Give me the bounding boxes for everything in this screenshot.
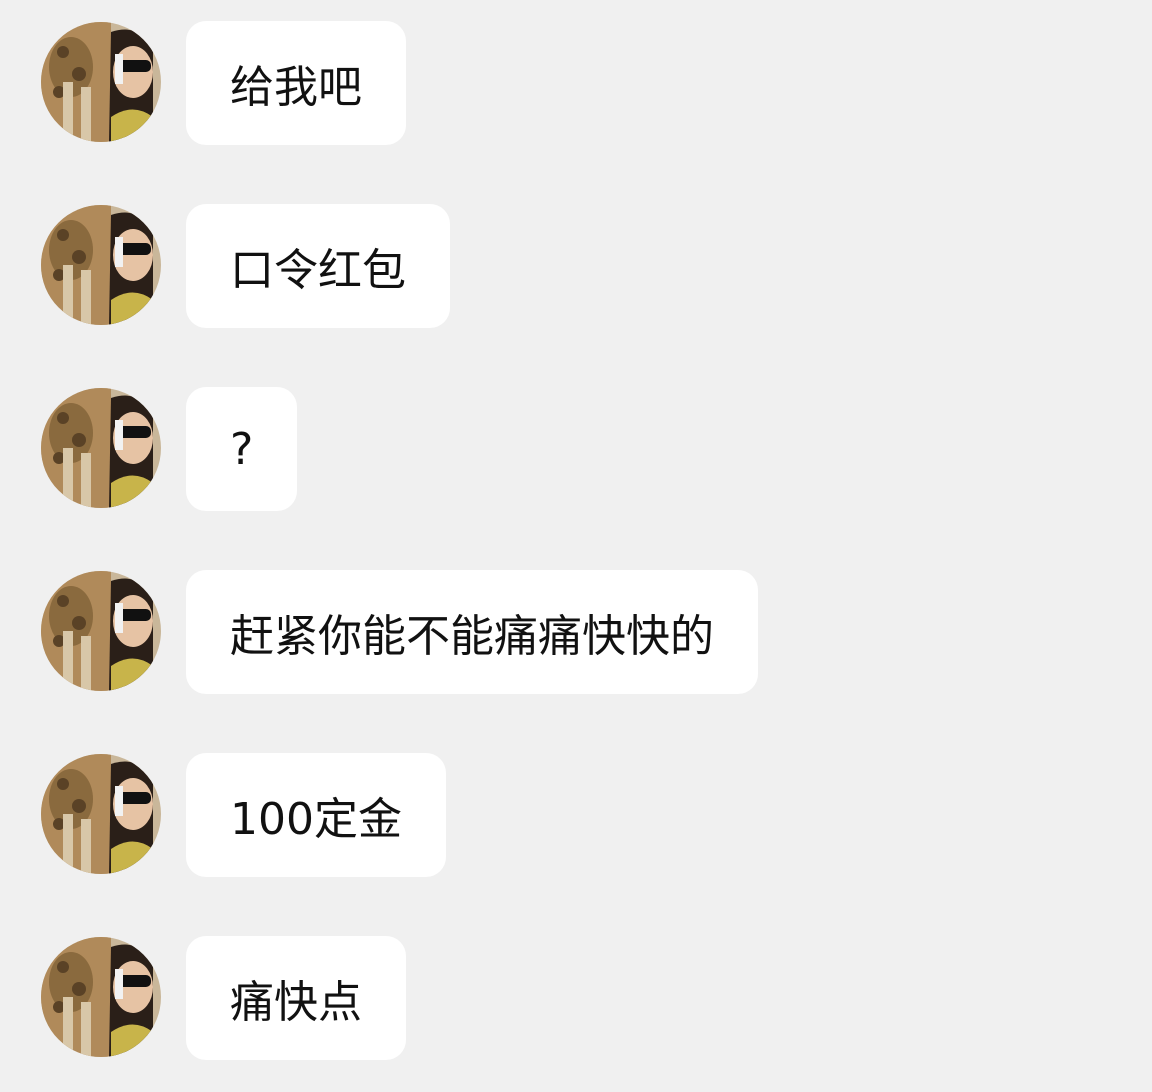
message-text: ? (230, 423, 254, 475)
message-row: 100定金 (0, 753, 1152, 877)
message-bubble[interactable]: 痛快点 (186, 936, 406, 1060)
contact-avatar[interactable] (41, 388, 161, 508)
message-row: 给我吧 (0, 21, 1152, 145)
contact-avatar[interactable] (41, 754, 161, 874)
message-row: ? (0, 387, 1152, 511)
contact-avatar[interactable] (41, 22, 161, 142)
message-bubble[interactable]: 赶紧你能不能痛痛快快的 (186, 570, 758, 694)
message-row: 赶紧你能不能痛痛快快的 (0, 570, 1152, 694)
chat-thread: 给我吧 口令红包 ? 赶紧你能不能痛痛快快的 100定金 痛快点 (0, 0, 1152, 1092)
message-row: 口令红包 (0, 204, 1152, 328)
message-text: 痛快点 (230, 977, 362, 1028)
message-text: 口令红包 (230, 245, 406, 296)
contact-avatar[interactable] (41, 937, 161, 1057)
message-bubble[interactable]: 给我吧 (186, 21, 406, 145)
message-bubble[interactable]: 100定金 (186, 753, 446, 877)
message-bubble[interactable]: 口令红包 (186, 204, 450, 328)
message-row: 痛快点 (0, 936, 1152, 1060)
message-text: 赶紧你能不能痛痛快快的 (230, 611, 714, 662)
message-text: 给我吧 (230, 62, 362, 113)
contact-avatar[interactable] (41, 571, 161, 691)
message-bubble[interactable]: ? (186, 387, 298, 511)
contact-avatar[interactable] (41, 205, 161, 325)
message-text: 100定金 (230, 794, 402, 845)
